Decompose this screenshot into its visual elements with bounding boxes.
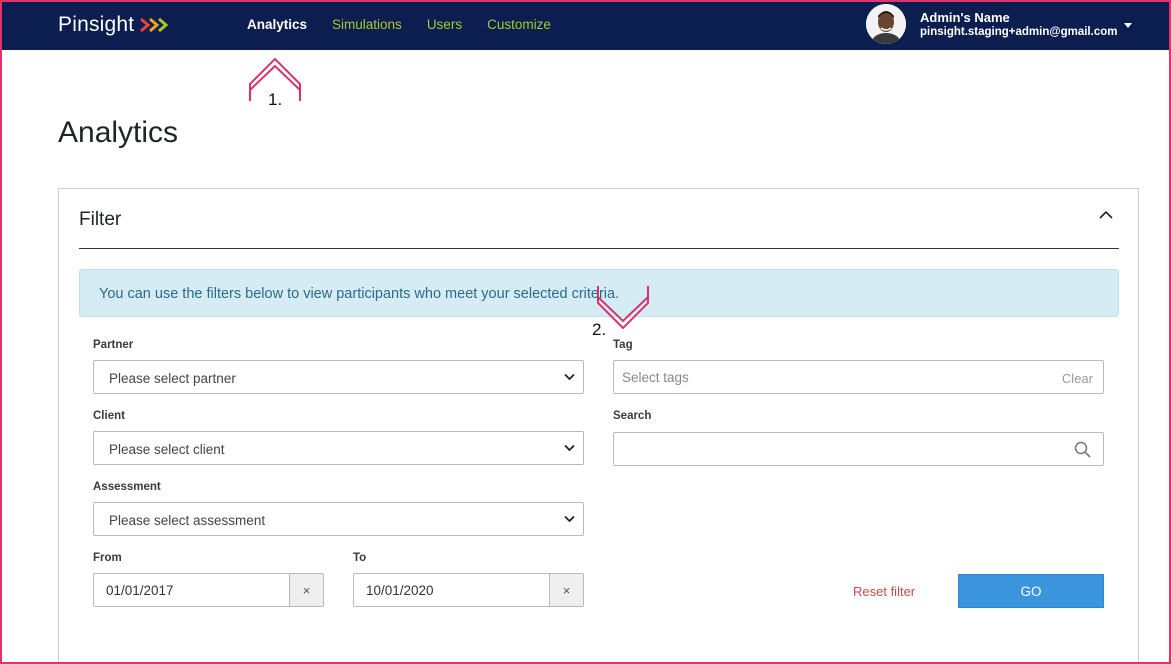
annotation-label-2: 2. [592,320,607,339]
tag-label: Tag [613,339,633,351]
filter-header[interactable]: Filter [79,189,1119,249]
page-title: Analytics [58,116,179,149]
logo-arrows-icon [139,17,171,33]
tag-input[interactable] [614,361,1034,393]
chevron-down-icon [564,515,575,523]
chevron-up-icon[interactable] [1098,209,1114,221]
user-email: pinsight.staging+admin@gmail.com [920,26,1118,38]
tag-field[interactable]: Clear [613,360,1104,394]
partner-select-value: Please select partner [109,371,236,386]
reset-filter-link[interactable]: Reset filter [853,584,915,599]
annotation-label-1: 1. [268,90,283,109]
from-date-input[interactable] [94,574,290,606]
partner-select[interactable]: Please select partner [93,360,584,394]
filter-card: Filter You can use the filters below to … [58,188,1139,664]
partner-label: Partner [93,339,134,351]
main-nav: Analytics Simulations Users Customize [247,17,576,32]
from-label: From [93,552,122,564]
assessment-select[interactable]: Please select assessment [93,502,584,536]
to-date-field[interactable]: × [353,573,584,607]
nav-customize[interactable]: Customize [487,17,551,32]
client-select-value: Please select client [109,442,225,457]
from-date-clear-button[interactable]: × [289,574,323,606]
nav-simulations[interactable]: Simulations [332,17,402,32]
client-select[interactable]: Please select client [93,431,584,465]
tag-clear-button[interactable]: Clear [1062,371,1093,386]
logo[interactable]: Pinsight [58,13,171,37]
assessment-label: Assessment [93,481,161,493]
nav-analytics[interactable]: Analytics [247,17,307,32]
search-input[interactable] [614,433,1064,465]
info-alert-text: You can use the filters below to view pa… [99,286,620,302]
chevron-down-icon [564,373,575,381]
logo-text: Pinsight [58,13,135,36]
go-button[interactable]: GO [958,574,1104,608]
nav-users[interactable]: Users [427,17,462,32]
search-label: Search [613,410,652,422]
to-date-clear-button[interactable]: × [549,574,583,606]
client-label: Client [93,410,125,422]
avatar[interactable] [866,4,906,44]
filter-title: Filter [79,209,122,230]
to-date-input[interactable] [354,574,550,606]
search-field[interactable] [613,432,1104,466]
assessment-select-value: Please select assessment [109,513,266,528]
to-label: To [353,552,367,564]
user-menu[interactable]: Admin's Name pinsight.staging+admin@gmai… [866,4,1132,44]
chevron-down-icon [564,444,575,452]
user-info: Admin's Name pinsight.staging+admin@gmai… [920,10,1117,38]
search-icon[interactable] [1074,441,1091,458]
user-name: Admin's Name [920,10,1010,25]
from-date-field[interactable]: × [93,573,324,607]
caret-down-icon[interactable] [1124,23,1132,28]
top-navbar: Pinsight Analytics Simulations Users Cus… [0,0,1171,50]
